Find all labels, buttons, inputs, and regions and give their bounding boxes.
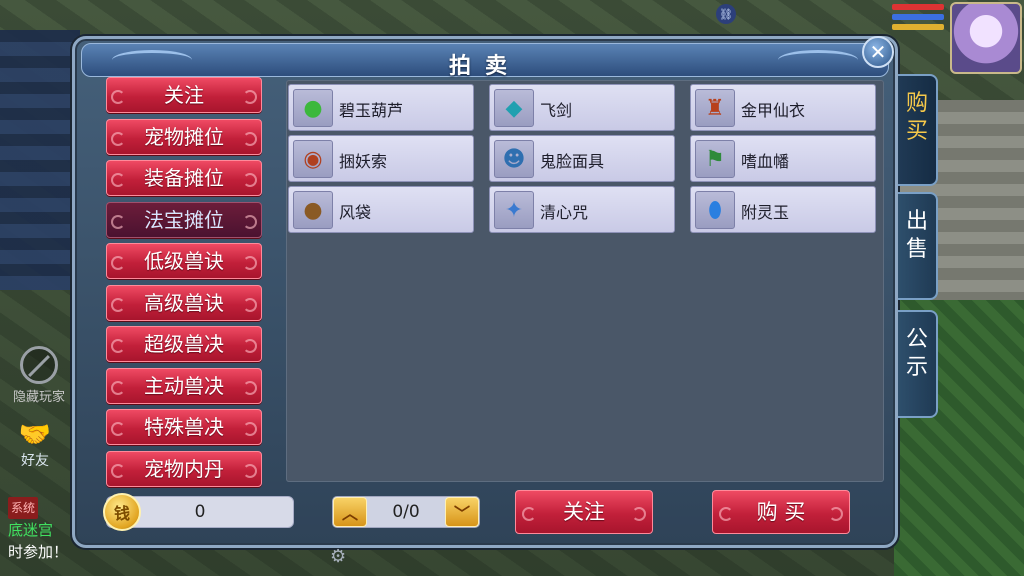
wind-bag-icon: ●: [293, 191, 333, 229]
tab-sell-label: 出售: [906, 209, 929, 262]
tab-sell[interactable]: 出售: [898, 192, 938, 300]
friends-label: 好友: [21, 453, 49, 469]
chat-line: 底迷宫: [8, 521, 54, 539]
category-equipment-stall[interactable]: 装备摊位: [106, 160, 262, 196]
spirit-jade-icon: ⬮: [695, 191, 735, 229]
tab-buy[interactable]: 购买: [898, 74, 938, 186]
item-name: 嗜血幡: [741, 152, 790, 171]
category-pet-stall[interactable]: 宠物摊位: [106, 118, 262, 155]
category-follow[interactable]: 关注: [106, 77, 262, 113]
category-super-skill-book[interactable]: 超级兽决: [106, 326, 262, 362]
item-name: 附灵玉: [741, 203, 790, 222]
tab-notice-label: 公示: [906, 327, 929, 380]
item-card[interactable]: ✦ 清心咒: [489, 186, 675, 233]
gear-icon[interactable]: ⚙: [330, 546, 346, 567]
category-special-skill-book[interactable]: 特殊兽决: [106, 409, 262, 445]
item-card[interactable]: ◉ 捆妖索: [288, 135, 474, 182]
window-title: 拍卖: [448, 54, 521, 79]
follow-button[interactable]: 关注: [515, 490, 653, 534]
item-name: 碧玉葫芦: [339, 101, 404, 120]
gourd-icon: ●: [293, 89, 333, 127]
item-name: 鬼脸面具: [540, 152, 605, 171]
item-card[interactable]: ◆ 飞剑: [489, 84, 675, 131]
category-high-skill-book[interactable]: 高级兽诀: [106, 284, 262, 321]
item-card[interactable]: ● 碧玉葫芦: [288, 84, 474, 131]
status-bars: [892, 4, 944, 34]
page-down-button[interactable]: ﹀: [445, 497, 479, 527]
item-card[interactable]: ☻ 鬼脸面具: [489, 135, 675, 182]
item-grid: ● 碧玉葫芦 ◆ 飞剑 ♜ 金甲仙衣 ◉ 捆妖索 ☻ 鬼脸面具 ⚑ 嗜血幡 ● …: [286, 80, 884, 482]
ghost-mask-icon: ☻: [494, 140, 534, 178]
heart-mantra-icon: ✦: [494, 191, 534, 229]
tab-buy-label: 购买: [906, 91, 929, 144]
category-treasure-stall[interactable]: 法宝摊位: [106, 201, 262, 238]
item-name: 清心咒: [540, 203, 589, 222]
category-active-skill-book[interactable]: 主动兽决: [106, 367, 262, 404]
item-name: 金甲仙衣: [741, 101, 806, 120]
tab-notice[interactable]: 公示: [898, 310, 938, 418]
category-low-skill-book[interactable]: 低级兽诀: [106, 243, 262, 279]
binding-rope-icon: ◉: [293, 140, 333, 178]
player-avatar[interactable]: [950, 2, 1022, 74]
close-icon: ✕: [869, 40, 887, 64]
hide-players-button[interactable]: 隐藏玩家: [4, 346, 74, 405]
chain-icon[interactable]: ⛓: [716, 4, 736, 24]
mp-bar: [892, 14, 944, 20]
flying-sword-icon: ◆: [494, 89, 534, 127]
category-list: 关注 宠物摊位 装备摊位 法宝摊位 低级兽诀 高级兽诀 超级兽决 主动兽决 特殊…: [106, 77, 262, 492]
background-roof: [0, 30, 80, 290]
golden-armor-icon: ♜: [695, 89, 735, 127]
buy-button[interactable]: 购 买: [712, 490, 850, 534]
hide-players-label: 隐藏玩家: [12, 390, 65, 405]
no-entry-icon: [20, 346, 58, 384]
money-display: 钱 0: [103, 493, 294, 531]
chat-line: 时参加！: [8, 543, 69, 561]
money-amount: 0: [194, 502, 206, 522]
item-name: 捆妖索: [339, 152, 388, 171]
category-pet-core[interactable]: 宠物内丹: [106, 450, 262, 487]
close-button[interactable]: ✕: [862, 36, 894, 68]
handshake-icon: 🤝: [18, 420, 52, 450]
item-card[interactable]: ♜ 金甲仙衣: [690, 84, 876, 131]
title-bar: 拍卖: [81, 43, 889, 79]
blood-banner-icon: ⚑: [695, 140, 735, 178]
item-card[interactable]: ⚑ 嗜血幡: [690, 135, 876, 182]
item-name: 飞剑: [540, 101, 573, 120]
hp-bar: [892, 4, 944, 10]
friends-button[interactable]: 🤝 好友: [8, 420, 62, 478]
chevron-down-icon: ﹀: [453, 504, 470, 523]
page-indicator: 0/0: [392, 502, 420, 522]
exp-bar: [892, 24, 944, 30]
item-name: 风袋: [339, 203, 372, 222]
chat-system-tag: 系统: [8, 497, 39, 519]
item-card[interactable]: ● 风袋: [288, 186, 474, 233]
page-up-button[interactable]: ︿: [333, 497, 367, 527]
pager: ︿ 0/0 ﹀: [332, 496, 480, 528]
item-card[interactable]: ⬮ 附灵玉: [690, 186, 876, 233]
chevron-up-icon: ︿: [341, 504, 358, 523]
